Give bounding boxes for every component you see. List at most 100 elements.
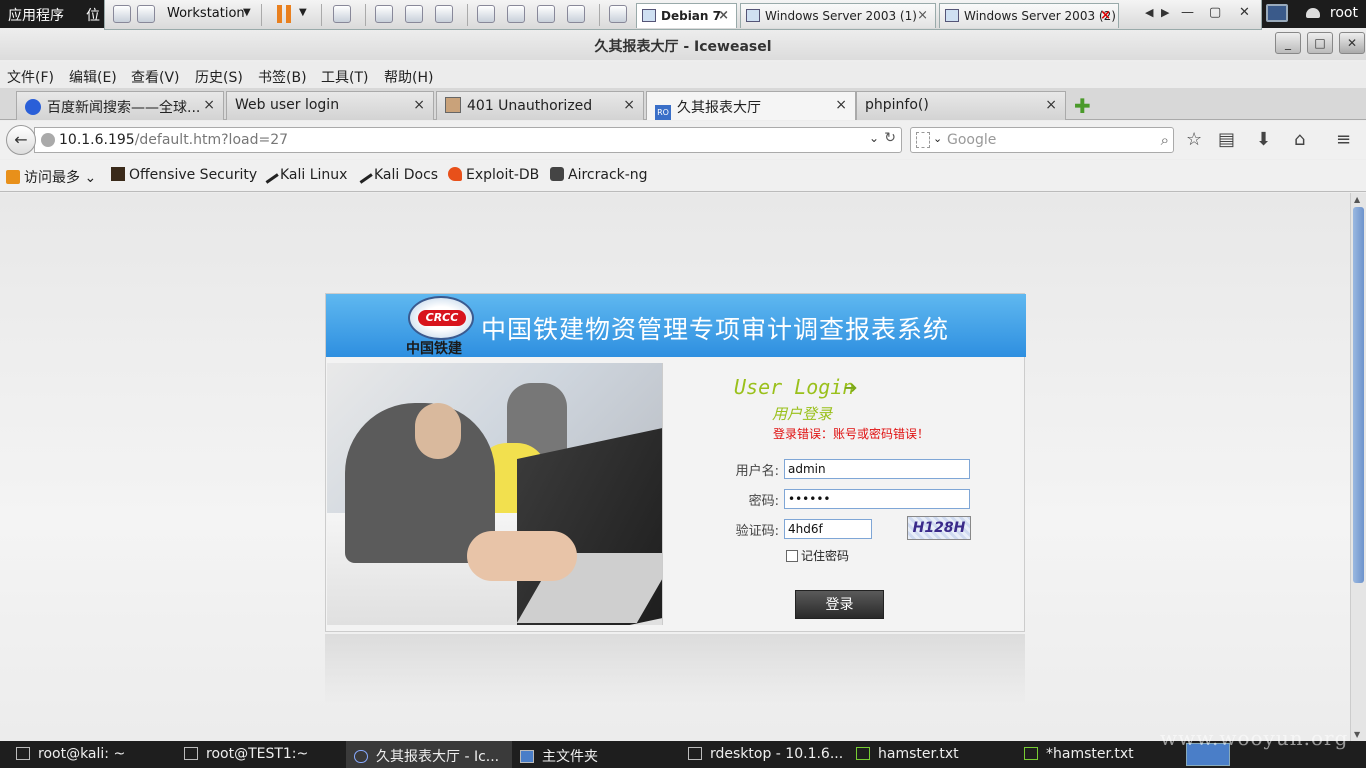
close-icon[interactable]: × bbox=[203, 97, 215, 113]
tab-401-unauthorized[interactable]: 401 Unauthorized × bbox=[436, 91, 644, 120]
snapshot-icon[interactable] bbox=[375, 5, 393, 23]
vm-tab-debian[interactable]: Debian 7 × bbox=[636, 3, 737, 28]
menu-edit[interactable]: 编辑(E) bbox=[69, 67, 117, 87]
close-icon[interactable]: × bbox=[623, 97, 635, 113]
task-rdesktop[interactable]: rdesktop - 10.1.6... bbox=[688, 741, 848, 768]
url-text[interactable]: 10.1.6.195/default.htm?load=27 bbox=[59, 132, 288, 148]
bookmark-most-visited[interactable]: 访问最多 ⌄ bbox=[6, 167, 96, 187]
maximize-icon[interactable]: ▢ bbox=[1209, 5, 1221, 20]
password-input[interactable] bbox=[784, 489, 970, 509]
new-tab-plus-icon[interactable]: ✚ bbox=[1074, 94, 1091, 118]
chevron-down-icon[interactable]: ⌄ bbox=[869, 131, 879, 145]
close-icon[interactable]: ✕ bbox=[1239, 5, 1250, 20]
menu-tools[interactable]: 工具(T) bbox=[321, 67, 368, 87]
back-button[interactable]: ← bbox=[6, 125, 36, 155]
scroll-up-icon[interactable]: ▲ bbox=[1354, 195, 1360, 204]
remember-checkbox[interactable] bbox=[786, 550, 798, 562]
chevron-down-icon[interactable]: ▼ bbox=[299, 7, 307, 18]
close-icon[interactable]: × bbox=[1045, 97, 1057, 113]
window-title: 久其报表大厅 - Iceweasel bbox=[594, 39, 772, 55]
menu-bookmarks[interactable]: 书签(B) bbox=[258, 67, 307, 87]
unity-icon[interactable] bbox=[567, 5, 585, 23]
task-iceweasel[interactable]: 久其报表大厅 - Ic... bbox=[346, 741, 512, 768]
task-terminal-test1[interactable]: root@TEST1:~ bbox=[184, 741, 344, 768]
scrollbar-thumb[interactable] bbox=[1353, 207, 1364, 583]
home-icon[interactable]: ⌂ bbox=[1294, 129, 1305, 150]
vmware-toolbar: Workstation ▼ ▼ Debian 7 × Windows Serve… bbox=[104, 0, 1262, 30]
applications-menu[interactable]: 应用程序 bbox=[8, 5, 64, 25]
tab-next-icon[interactable]: ▶ bbox=[1161, 6, 1169, 19]
places-menu[interactable]: 位 bbox=[86, 5, 100, 25]
revert-snapshot-icon[interactable] bbox=[405, 5, 423, 23]
vm-icon bbox=[945, 9, 959, 22]
bookmark-kali-linux[interactable]: Kali Linux bbox=[259, 164, 347, 184]
url-bar[interactable]: 10.1.6.195/default.htm?load=27 ⌄ ↻ bbox=[34, 127, 902, 153]
bookmark-offensive-security[interactable]: Offensive Security bbox=[111, 167, 257, 183]
task-hamster-txt[interactable]: hamster.txt bbox=[856, 741, 1016, 768]
user-menu[interactable]: root bbox=[1330, 5, 1358, 21]
captcha-image[interactable]: H128H bbox=[907, 516, 971, 540]
search-box[interactable]: ⌄ Google ⌕ bbox=[910, 127, 1174, 153]
star-icon[interactable]: ☆ bbox=[1186, 129, 1202, 150]
network-icon[interactable] bbox=[1266, 4, 1288, 22]
captcha-input[interactable] bbox=[784, 519, 872, 539]
reading-list-icon[interactable]: ▤ bbox=[1218, 129, 1235, 150]
download-icon[interactable]: ⬇ bbox=[1256, 129, 1271, 150]
window-minimize-button[interactable]: _ bbox=[1275, 32, 1301, 54]
bookmark-exploit-db[interactable]: Exploit-DB bbox=[448, 167, 539, 183]
close-icon[interactable]: × bbox=[718, 8, 729, 23]
tab-web-user-login[interactable]: Web user login × bbox=[226, 91, 434, 120]
aircrack-icon bbox=[550, 167, 564, 181]
minimize-icon[interactable]: — bbox=[1181, 5, 1194, 20]
arrow-right-icon: ➔ bbox=[844, 378, 858, 397]
password-label: 密码: bbox=[748, 494, 779, 509]
snapshot-manager-icon[interactable] bbox=[435, 5, 453, 23]
close-icon[interactable]: × bbox=[917, 8, 928, 23]
chevron-down-icon[interactable]: ⌄ bbox=[933, 132, 942, 145]
menu-history[interactable]: 历史(S) bbox=[195, 67, 243, 87]
send-keys-icon[interactable] bbox=[333, 5, 351, 23]
vm-tab-windows-1[interactable]: Windows Server 2003 (1) × bbox=[740, 3, 936, 28]
workstation-menu[interactable]: Workstation bbox=[167, 6, 245, 21]
scroll-down-icon[interactable]: ▼ bbox=[1354, 730, 1360, 739]
vm-icon bbox=[642, 9, 656, 22]
sidebar-toggle-icon[interactable] bbox=[477, 5, 495, 23]
tab-jiuqi-report[interactable]: RO 久其报表大厅 × bbox=[646, 91, 856, 120]
menu-file[interactable]: 文件(F) bbox=[7, 67, 54, 87]
close-icon[interactable]: × bbox=[835, 97, 847, 113]
tab-baidu-news[interactable]: 百度新闻搜索——全球... × bbox=[16, 91, 224, 120]
pin-icon[interactable] bbox=[113, 5, 131, 23]
task-home-folder[interactable]: 主文件夹 bbox=[520, 741, 680, 768]
kali-dragon-icon bbox=[353, 164, 373, 184]
watermark: www.wooyun.org bbox=[1160, 726, 1349, 750]
remember-password[interactable]: 记住密码 bbox=[786, 547, 849, 564]
hamburger-menu-icon[interactable]: ≡ bbox=[1336, 129, 1351, 150]
bookmark-aircrack-ng[interactable]: Aircrack-ng bbox=[550, 167, 648, 183]
bookmark-kali-docs[interactable]: Kali Docs bbox=[353, 164, 438, 184]
vm-tab-windows-2[interactable]: Windows Server 2003 (2) × bbox=[939, 3, 1119, 28]
vertical-scrollbar[interactable]: ▲ ▼ bbox=[1350, 193, 1366, 741]
thumbnail-bar-icon[interactable] bbox=[507, 5, 525, 23]
window-close-button[interactable]: ✕ bbox=[1339, 32, 1365, 54]
tab-prev-icon[interactable]: ◀ bbox=[1145, 6, 1153, 19]
tab-phpinfo[interactable]: phpinfo() × bbox=[856, 91, 1066, 120]
close-icon[interactable]: × bbox=[1100, 8, 1111, 23]
login-button[interactable]: 登录 bbox=[795, 590, 884, 619]
menu-help[interactable]: 帮助(H) bbox=[384, 67, 433, 87]
chevron-down-icon[interactable]: ▼ bbox=[243, 7, 251, 18]
fullscreen-icon[interactable] bbox=[537, 5, 555, 23]
menu-view[interactable]: 查看(V) bbox=[131, 67, 180, 87]
task-terminal-kali[interactable]: root@kali: ~ bbox=[16, 741, 176, 768]
close-icon[interactable]: × bbox=[413, 97, 425, 113]
username-input[interactable] bbox=[784, 459, 970, 479]
task-hamster-txt-modified[interactable]: *hamster.txt bbox=[1024, 741, 1180, 768]
console-view-icon[interactable] bbox=[609, 5, 627, 23]
search-input[interactable]: Google bbox=[947, 132, 996, 148]
search-engine-icon[interactable] bbox=[916, 132, 930, 148]
search-icon[interactable]: ⌕ bbox=[1161, 131, 1169, 149]
login-title: User Login bbox=[734, 375, 855, 399]
reload-icon[interactable]: ↻ bbox=[884, 130, 896, 146]
pause-icon[interactable] bbox=[277, 5, 291, 23]
baidu-paw-icon bbox=[25, 99, 41, 115]
window-maximize-button[interactable]: □ bbox=[1307, 32, 1333, 54]
